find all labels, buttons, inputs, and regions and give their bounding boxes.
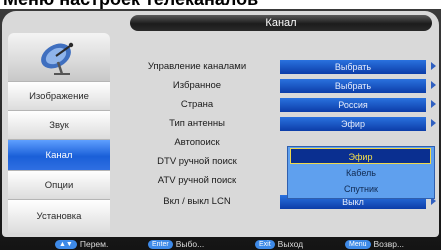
row-label: Избранное [172,80,222,91]
dropdown-option-cable[interactable]: Кабель [288,165,434,181]
sidebar-item-options[interactable]: Опции [8,170,110,199]
row-label: Тип антенны [169,118,225,129]
enter-key-icon: Enter [148,240,173,249]
sidebar-item-setup[interactable]: Установка [8,199,110,233]
sidebar-item-sound[interactable]: Звук [8,110,110,139]
hint-label: Перем. [79,239,109,249]
row-label: Автопоиск [174,137,220,148]
dropdown-option-satellite[interactable]: Спутник [288,181,434,197]
row-label: Управление каналами [147,61,247,72]
row-label: DTV ручной поиск [157,156,237,167]
logo-panel [8,33,110,81]
arrow-right-icon [431,119,436,127]
row-label: ATV ручной поиск [157,175,237,186]
menu-row-antenna-type[interactable]: Тип антенны Эфир [118,115,440,133]
exit-key-icon: Exit [255,240,275,249]
hint-menu: Menu Возвр... [345,238,404,250]
row-label: Страна [180,99,214,110]
antenna-type-dropdown[interactable]: Эфир Кабель Спутник [287,146,435,199]
updown-key-icon: ▲▼ [55,240,77,249]
hint-label: Выбо... [175,239,205,249]
sidebar-item-picture[interactable]: Изображение [8,81,110,110]
sidebar: Изображение Звук Канал Опции Установка [8,33,110,249]
tv-menu-screen: Канал Изображение Звук Канал Опции Устан… [0,9,441,250]
row-value[interactable]: Эфир [280,117,426,131]
menu-key-icon: Menu [345,240,371,249]
menu-title: Канал [130,15,432,31]
row-value[interactable]: Выбрать [280,60,426,74]
dropdown-option-air[interactable]: Эфир [290,148,431,164]
hint-label: Выход [277,239,304,249]
menu-row-favorites[interactable]: Избранное Выбрать [118,77,440,95]
row-value[interactable]: Россия [280,98,426,112]
row-label: Вкл / выкл LCN [163,196,231,207]
hint-exit: Exit Выход [255,238,303,250]
arrow-right-icon [431,62,436,70]
sidebar-item-channel[interactable]: Канал [8,139,110,170]
hint-enter: Enter Выбо... [148,238,204,250]
row-value[interactable]: Выбрать [280,79,426,93]
menu-row-channel-management[interactable]: Управление каналами Выбрать [118,58,440,76]
hint-navigate: ▲▼ Перем. [55,238,108,250]
menu-frame: Канал Изображение Звук Канал Опции Устан… [2,11,439,237]
menu-row-country[interactable]: Страна Россия [118,96,440,114]
hint-bar: ▲▼ Перем. Enter Выбо... Exit Выход Menu Возв… [0,238,441,250]
arrow-right-icon [431,81,436,89]
hint-label: Возвр... [373,239,405,249]
satellite-dish-icon [41,42,74,75]
arrow-right-icon [431,100,436,108]
